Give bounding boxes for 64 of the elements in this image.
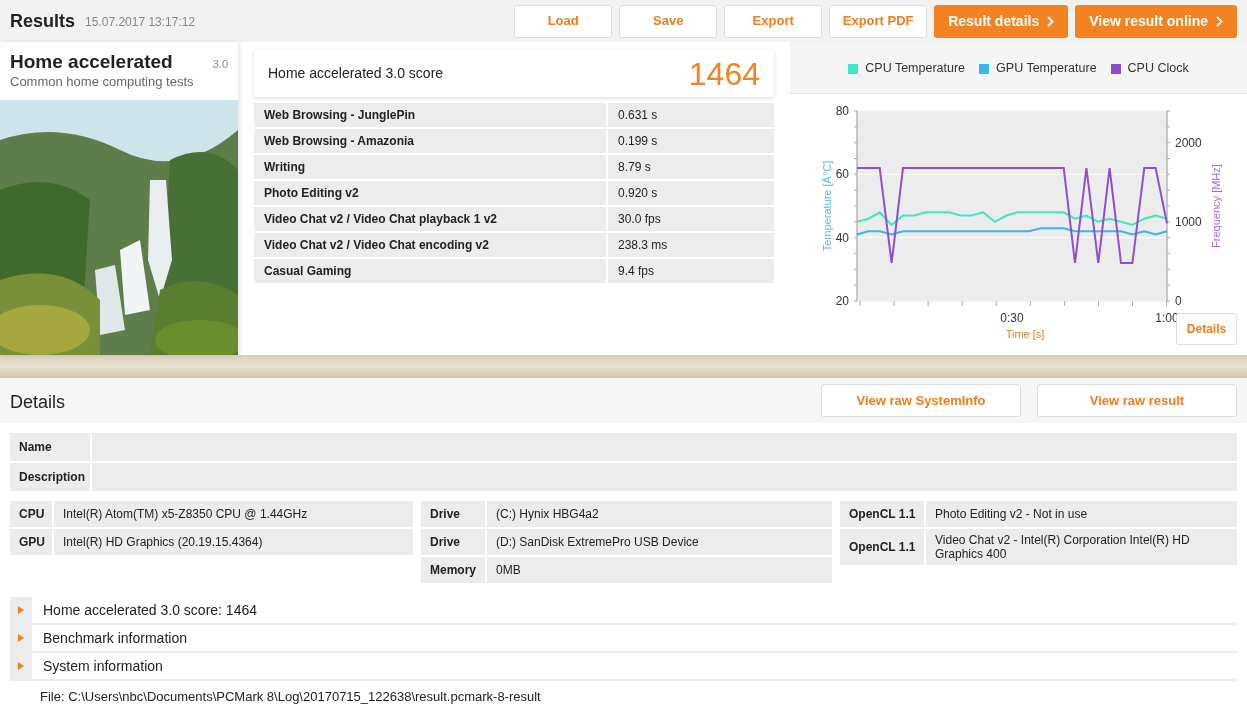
table-cell: Casual Gaming — [254, 259, 606, 283]
spec-value: Video Chat v2 - Intel(R) Corporation Intel(R) HD Graphics 400 — [926, 529, 1237, 565]
spec-label: Drive — [421, 529, 485, 555]
axis-tick-label: 80 — [835, 104, 849, 118]
legend-label: CPU Clock — [1127, 60, 1189, 78]
table-cell: Web Browsing - JunglePin — [254, 103, 606, 127]
table-cell: 9.4 fps — [608, 259, 774, 283]
header-button[interactable]: View result online — [1075, 4, 1237, 38]
test-name: Home accelerated — [10, 50, 173, 74]
spec-label: Memory — [421, 557, 485, 583]
view-raw-button[interactable]: View raw result — [1037, 384, 1237, 417]
table-cell: 0.920 s — [608, 181, 774, 205]
test-subtitle: Common home computing tests — [10, 74, 195, 90]
spec-value: (C:) Hynix HBG4a2 — [487, 501, 832, 527]
axis-tick-label: 60 — [835, 167, 849, 182]
header-button[interactable]: Export — [724, 4, 823, 38]
spec-label: Drive — [421, 501, 485, 527]
table-cell: Photo Editing v2 — [254, 181, 606, 205]
legend-label: CPU Temperature — [865, 60, 966, 78]
file-path: File: C:\Users\nbc\Documents\PCMark 8\Log\20170715_122638\result.pcmark-8-result — [39, 688, 542, 706]
header-button[interactable]: Result details — [934, 4, 1069, 38]
table-cell: Video Chat v2 / Video Chat playback 1 v2 — [254, 207, 606, 231]
axis-tick-label: 0 — [1175, 294, 1182, 308]
axis-tick-label: 0:30 — [1000, 311, 1024, 325]
header-button[interactable]: Save — [619, 4, 718, 38]
timestamp: 15.07.2017 13:17:12 — [85, 14, 196, 31]
chevron-icon — [1216, 15, 1223, 27]
axis-title: Time [s] — [1005, 328, 1045, 340]
axis-tick-label: 20 — [835, 294, 849, 308]
test-version: 3.0 — [212, 57, 228, 72]
spec-value: Photo Editing v2 - Not in use — [926, 501, 1237, 527]
section-title: Details — [10, 390, 66, 414]
axis-title: Frequency [MHz] — [1210, 164, 1222, 248]
page-title: Results — [10, 9, 76, 33]
axis-tick-label: 2000 — [1175, 135, 1202, 150]
spec-label: GPU — [10, 529, 52, 555]
spec-value: 0MB — [487, 557, 832, 583]
table-cell: 0.199 s — [608, 129, 774, 153]
table-cell: 238.3 ms — [608, 233, 774, 257]
table-cell: 8.79 s — [608, 155, 774, 179]
table-cell: Web Browsing - Amazonia — [254, 129, 606, 153]
table-cell: 30.0 fps — [608, 207, 774, 231]
score-value: 1464 — [688, 57, 760, 90]
spec-value: Intel(R) HD Graphics (20.19.15.4364) — [54, 529, 413, 555]
score-label: Home accelerated 3.0 score — [268, 64, 444, 83]
table-cell: Writing — [254, 155, 606, 179]
axis-tick-label: 40 — [835, 230, 849, 245]
axis-title: Temperature [Â°C] — [821, 160, 833, 252]
spec-label: OpenCL 1.1 — [840, 501, 924, 527]
legend-label: GPU Temperature — [996, 60, 1097, 78]
spec-label: CPU — [10, 501, 52, 527]
view-raw-button[interactable]: View raw SystemInfo — [821, 384, 1021, 417]
axis-tick-label: 1000 — [1175, 214, 1202, 229]
spec-value: Intel(R) Atom(TM) x5-Z8350 CPU @ 1.44GHz — [54, 501, 413, 527]
table-cell: 0.631 s — [608, 103, 774, 127]
field-label: Name — [10, 433, 90, 461]
spec-value: (D:) SanDisk ExtremePro USB Device — [487, 529, 832, 555]
table-cell: Video Chat v2 / Video Chat encoding v2 — [254, 233, 606, 257]
header-button[interactable]: Load — [514, 4, 613, 38]
header-button[interactable]: Export PDF — [829, 4, 928, 38]
chevron-icon — [1047, 15, 1055, 27]
spec-label: OpenCL 1.1 — [840, 529, 924, 565]
details-button[interactable]: Details — [1176, 313, 1237, 345]
field-label: Description — [10, 463, 90, 491]
